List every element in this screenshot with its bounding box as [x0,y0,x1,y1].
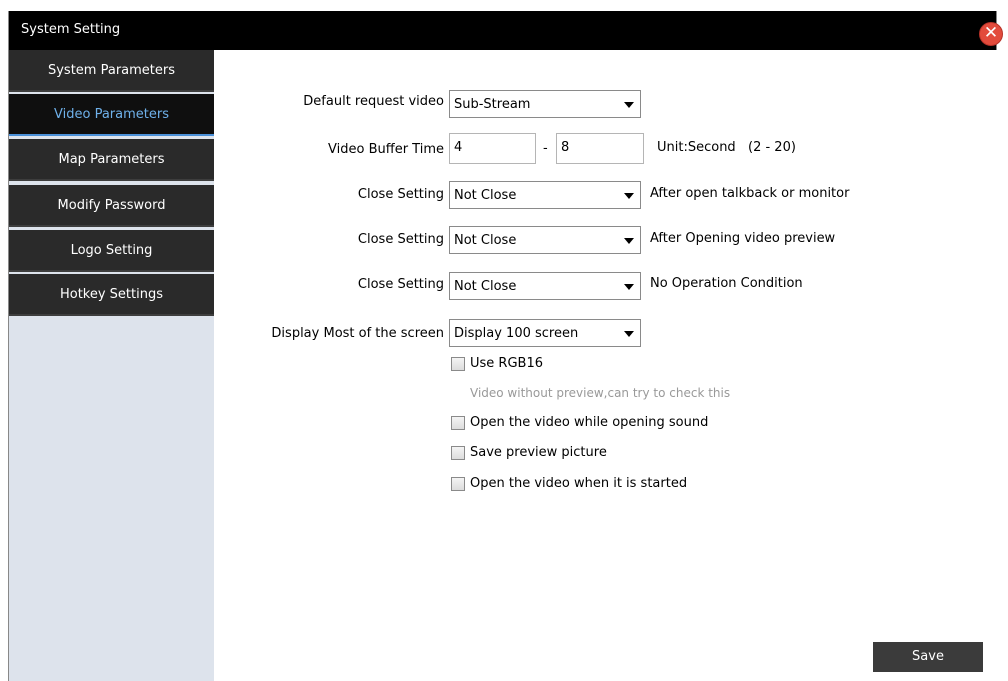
buffer-separator: - [543,141,548,156]
close-setting-label-1: Close Setting [357,187,444,202]
close-setting-value-2: Not Close [454,233,517,248]
sidebar-item-video-parameters[interactable]: Video Parameters [9,94,214,136]
chevron-down-icon [624,193,634,199]
open-video-with-sound-label[interactable]: Open the video while opening sound [470,415,708,430]
buffer-time-label: Video Buffer Time [328,142,444,157]
sidebar-item-system-parameters[interactable]: System Parameters [9,50,214,92]
default-request-value: Sub-Stream [454,97,531,112]
sidebar-item-map-parameters[interactable]: Map Parameters [9,139,214,181]
open-video-with-sound-checkbox[interactable] [451,416,465,430]
use-rgb16-checkbox[interactable] [451,357,465,371]
close-setting-note-3: No Operation Condition [650,276,803,291]
close-setting-label-2: Close Setting [357,232,444,247]
default-request-label: Default request video [303,94,444,109]
use-rgb16-label[interactable]: Use RGB16 [470,356,543,371]
save-preview-picture-label[interactable]: Save preview picture [470,445,607,460]
close-setting-label-3: Close Setting [357,277,444,292]
close-setting-select-2[interactable]: Not Close [449,226,641,254]
save-button[interactable]: Save [873,642,983,672]
display-most-value: Display 100 screen [454,326,579,341]
system-setting-window: System Setting ✕ System Parameters Video… [8,11,1003,681]
close-setting-value-3: Not Close [454,279,517,294]
close-setting-value-1: Not Close [454,188,517,203]
sidebar: System Parameters Video Parameters Map P… [9,50,214,681]
chevron-down-icon [624,284,634,290]
sidebar-item-logo-setting[interactable]: Logo Setting [9,230,214,272]
close-setting-note-2: After Opening video preview [650,231,836,246]
open-video-on-start-checkbox[interactable] [451,477,465,491]
buffer-unit-label: Unit:Second [657,140,736,155]
sidebar-item-hotkey-settings[interactable]: Hotkey Settings [9,274,214,316]
save-preview-picture-checkbox[interactable] [451,446,465,460]
title-bar: System Setting ✕ [9,11,1003,50]
close-icon: ✕ [983,23,999,43]
video-parameters-panel: Default request video Sub-Stream Video B… [214,50,998,681]
display-most-select[interactable]: Display 100 screen [449,319,641,347]
close-setting-select-3[interactable]: Not Close [449,272,641,300]
window-title: System Setting [21,22,121,37]
close-button[interactable]: ✕ [979,22,1003,46]
rgb16-hint: Video without preview,can try to check t… [470,386,731,400]
sidebar-item-modify-password[interactable]: Modify Password [9,185,214,227]
chevron-down-icon [624,331,634,337]
chevron-down-icon [624,238,634,244]
open-video-on-start-label[interactable]: Open the video when it is started [470,476,687,491]
close-setting-note-1: After open talkback or monitor [650,186,850,201]
buffer-min-input[interactable]: 4 [449,133,536,164]
display-most-label: Display Most of the screen [271,326,444,341]
close-setting-select-1[interactable]: Not Close [449,181,641,209]
default-request-select[interactable]: Sub-Stream [449,90,641,118]
chevron-down-icon [624,102,634,108]
buffer-max-input[interactable]: 8 [556,133,644,164]
buffer-range-label: (2 - 20) [748,140,796,155]
